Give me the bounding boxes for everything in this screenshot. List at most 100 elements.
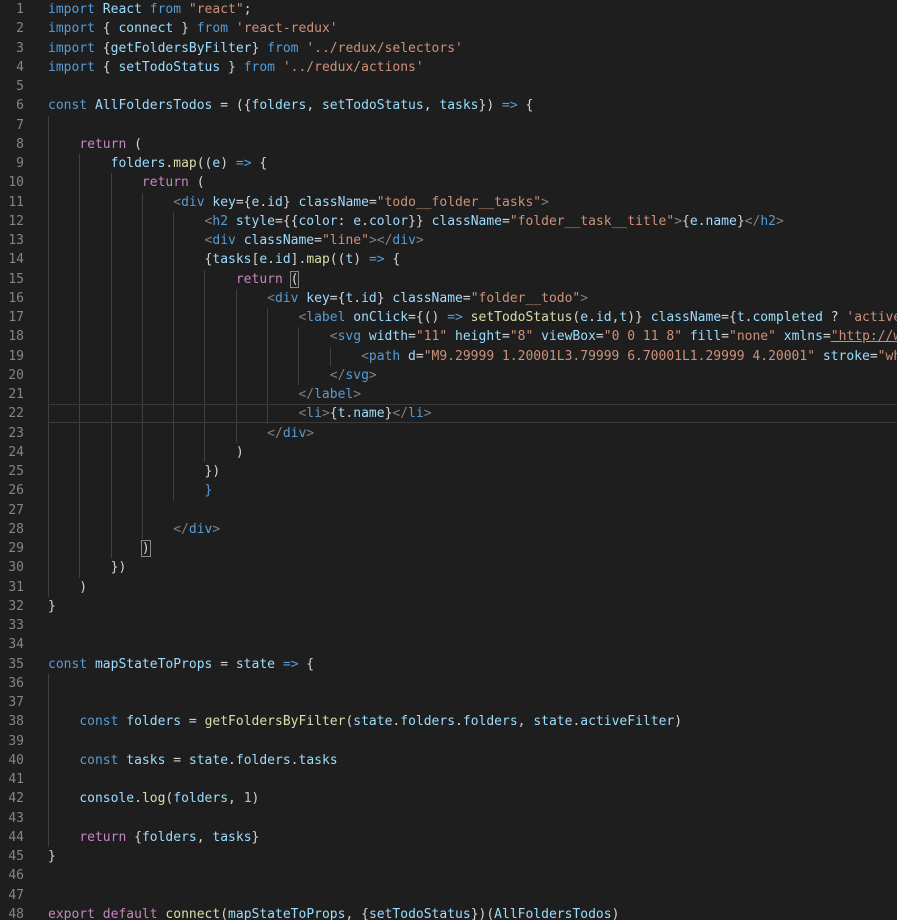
code-line[interactable]: 17 <label onClick={() => setTodoStatus(e… xyxy=(0,308,897,328)
code-line[interactable]: 42 console.log(folders, 1) xyxy=(0,789,897,809)
code-line[interactable]: 23 </div> xyxy=(0,423,897,443)
code-token: div xyxy=(212,233,236,248)
line-number: 16 xyxy=(8,290,24,306)
code-token: }) xyxy=(478,98,502,114)
code-token: width xyxy=(368,329,409,345)
line-number: 14 xyxy=(8,252,24,268)
code-line[interactable]: 3 import {getFoldersByFilter} from '../re… xyxy=(0,39,897,58)
code-token: return xyxy=(79,829,127,845)
code-line[interactable]: 15 return ( xyxy=(0,269,897,289)
code-line[interactable]: 12 <h2 style={{color: e.color}} classNam… xyxy=(0,211,897,231)
code-line[interactable]: 22 <li>{t.name}</li> xyxy=(0,404,897,424)
code-token: , xyxy=(228,791,244,807)
code-token: </ xyxy=(392,406,409,422)
code-line[interactable]: 5 xyxy=(0,77,897,96)
code-line[interactable]: 35 const mapStateToProps = state => { xyxy=(0,655,897,674)
code-line[interactable]: 16 <div key={t.id} className="folder__to… xyxy=(0,288,897,308)
code-line[interactable]: 26 } xyxy=(0,481,897,501)
code-line[interactable]: 10 return ( xyxy=(0,173,897,193)
code-line[interactable]: 13 <div className="line"></div> xyxy=(0,231,897,251)
code-line[interactable]: 37 xyxy=(0,693,897,713)
code-token: from xyxy=(196,21,229,37)
code-line[interactable]: 24 ) xyxy=(0,442,897,462)
code-token: map xyxy=(173,156,197,171)
code-token: : xyxy=(337,213,354,229)
code-token: , { xyxy=(345,906,369,920)
code-line[interactable]: 1 import React from "react"; xyxy=(0,0,897,19)
code-token: ) xyxy=(353,252,369,268)
code-line[interactable]: 21 </label> xyxy=(0,385,897,405)
line-number: 37 xyxy=(8,695,24,710)
code-text: console.log(folders, 1) xyxy=(48,789,259,808)
code-line[interactable]: 25 }) xyxy=(0,462,897,482)
code-token: ) xyxy=(220,156,236,171)
code-token: e xyxy=(353,213,362,229)
code-text: const AllFoldersTodos = ({folders, setTo… xyxy=(48,96,533,115)
code-token: ) xyxy=(674,714,683,730)
code-token: div xyxy=(282,425,307,441)
code-line[interactable]: 44 return {folders, tasks} xyxy=(0,827,897,847)
code-line[interactable]: 34 xyxy=(0,635,897,654)
code-token: mapStateToProps xyxy=(228,906,346,920)
code-line[interactable]: 27 xyxy=(0,500,897,520)
code-token: => xyxy=(282,656,299,672)
code-token: 1 xyxy=(243,791,252,807)
code-text: }) xyxy=(48,558,127,577)
line-number: 41 xyxy=(8,772,24,787)
code-line[interactable]: 41 xyxy=(0,770,897,790)
code-line[interactable]: 32} xyxy=(0,597,897,616)
code-token: (( xyxy=(329,252,346,268)
code-line[interactable]: 36 xyxy=(0,673,897,693)
code-line[interactable]: 6 const AllFoldersTodos = ({folders, setT… xyxy=(0,96,897,115)
code-line[interactable]: 2 import { connect } from 'react-redux' xyxy=(0,19,897,38)
line-number: 7 xyxy=(16,117,24,133)
code-token: ; xyxy=(243,2,252,17)
code-line[interactable]: 47 xyxy=(0,886,897,905)
code-line[interactable]: 19 <path d="M9.29999 1.20001L3.79999 6.7… xyxy=(0,346,897,366)
code-text: import React from "react"; xyxy=(48,0,252,19)
code-line[interactable]: 40 const tasks = state.folders.tasks xyxy=(0,750,897,770)
code-line[interactable]: 4 import { setTodoStatus } from '../redux… xyxy=(0,58,897,77)
code-token: < xyxy=(173,194,182,210)
code-line[interactable]: 31 ) xyxy=(0,577,897,597)
code-line[interactable]: 9 folders.map((e) => { xyxy=(0,154,897,174)
code-line[interactable]: 45} xyxy=(0,847,897,866)
code-line[interactable]: 48 export default connect(mapStateToProps… xyxy=(0,905,897,920)
code-token: id xyxy=(275,252,291,268)
code-token: activeFilter xyxy=(580,714,675,730)
code-token: tasks xyxy=(212,252,252,268)
code-editor[interactable]: 1 import React from "react"; 2 import { con… xyxy=(0,0,897,920)
code-line[interactable]: 7 xyxy=(0,115,897,135)
code-line[interactable]: 38 const folders = getFoldersByFilter(st… xyxy=(0,712,897,732)
code-text: } xyxy=(48,847,56,866)
code-text: <label onClick={() => setTodoStatus(e.id… xyxy=(48,308,897,327)
code-token: = xyxy=(869,348,878,364)
code-token: => xyxy=(502,98,518,114)
code-line[interactable]: 33 xyxy=(0,616,897,635)
code-token: = xyxy=(415,348,424,364)
code-line[interactable]: 46 xyxy=(0,866,897,885)
code-line[interactable]: 14 {tasks[e.id].map((t) => { xyxy=(0,250,897,270)
code-line[interactable]: 8 return ( xyxy=(0,134,897,154)
code-text: } xyxy=(48,481,213,500)
code-line[interactable]: 29 ) xyxy=(0,539,897,559)
code-token: import xyxy=(48,59,95,75)
code-line[interactable]: 43 xyxy=(0,808,897,828)
indent-guide xyxy=(48,808,49,828)
line-number: 28 xyxy=(8,521,24,537)
code-token: tasks xyxy=(126,752,166,768)
code-line[interactable]: 11 <div key={e.id} className="todo__fold… xyxy=(0,192,897,212)
code-line[interactable]: 39 xyxy=(0,731,897,751)
code-line[interactable]: 30 }) xyxy=(0,558,897,578)
code-token: "line" xyxy=(321,233,369,248)
code-line[interactable]: 28 </div> xyxy=(0,519,897,539)
code-token: }) xyxy=(48,464,221,479)
code-token: li xyxy=(306,406,322,422)
code-line[interactable]: 20 </svg> xyxy=(0,365,897,385)
code-token: AllFoldersTodos xyxy=(494,906,612,920)
code-line[interactable]: 18 <svg width="11" height="8" viewBox="0… xyxy=(0,327,897,347)
code-token: d xyxy=(408,348,416,364)
